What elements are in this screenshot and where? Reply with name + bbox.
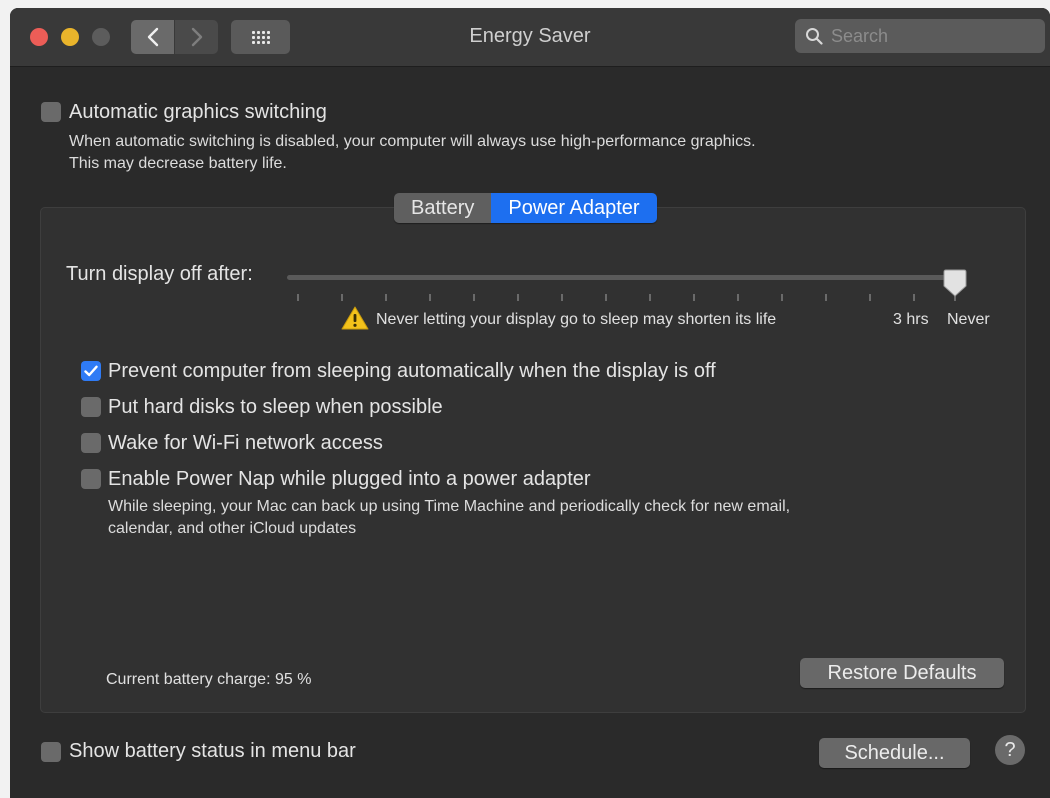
prevent-sleep-label: Prevent computer from sleeping automatic… [108, 360, 716, 382]
slider-tick [385, 294, 387, 301]
hard-disk-sleep-checkbox[interactable] [81, 397, 101, 417]
slider-tick [869, 294, 871, 301]
power-source-tabs: Battery Power Adapter [394, 193, 657, 223]
menu-bar-status-checkbox[interactable] [41, 742, 61, 762]
graphics-switching-desc-line2: This may decrease battery life. [69, 155, 287, 172]
display-sleep-warning: Never letting your display go to sleep m… [376, 311, 777, 328]
slider-tick [913, 294, 915, 301]
warning-icon [341, 306, 369, 330]
title-bar: Energy Saver [10, 8, 1050, 67]
slider-tick [649, 294, 651, 301]
power-nap-checkbox[interactable] [81, 469, 101, 489]
tick-label-never: Never [947, 311, 990, 328]
slider-tick [737, 294, 739, 301]
power-nap-desc-line2: calendar, and other iCloud updates [108, 520, 357, 537]
tick-label-3hrs: 3 hrs [893, 311, 929, 328]
graphics-switching-desc-line1: When automatic switching is disabled, yo… [69, 133, 756, 150]
display-off-slider-knob[interactable] [943, 269, 967, 297]
schedule-button[interactable]: Schedule... [819, 738, 970, 768]
tab-power-adapter[interactable]: Power Adapter [491, 193, 657, 223]
battery-charge-status: Current battery charge: 95 % [106, 671, 312, 688]
slider-tick [341, 294, 343, 301]
prevent-sleep-checkbox[interactable] [81, 361, 101, 381]
tab-battery[interactable]: Battery [394, 193, 492, 223]
slider-tick [297, 294, 299, 301]
search-icon [806, 28, 823, 45]
slider-tick [825, 294, 827, 301]
slider-tick [517, 294, 519, 301]
slider-tick [561, 294, 563, 301]
restore-defaults-button[interactable]: Restore Defaults [800, 658, 1004, 688]
display-off-label: Turn display off after: [66, 263, 253, 285]
slider-tick [605, 294, 607, 301]
graphics-switching-checkbox[interactable] [41, 102, 61, 122]
wake-wifi-label: Wake for Wi-Fi network access [108, 432, 383, 454]
slider-tick [473, 294, 475, 301]
checkmark-icon [84, 365, 98, 377]
energy-saver-window: Energy Saver Automatic graphics switchin… [10, 8, 1050, 798]
power-nap-desc-line1: While sleeping, your Mac can back up usi… [108, 498, 791, 515]
display-off-slider-track[interactable] [287, 275, 955, 280]
slider-tick [781, 294, 783, 301]
power-nap-label: Enable Power Nap while plugged into a po… [108, 468, 591, 490]
wake-wifi-checkbox[interactable] [81, 433, 101, 453]
menu-bar-status-label: Show battery status in menu bar [69, 740, 356, 762]
hard-disk-sleep-label: Put hard disks to sleep when possible [108, 396, 443, 418]
graphics-switching-label: Automatic graphics switching [69, 101, 327, 123]
search-input[interactable] [829, 24, 1033, 48]
slider-tick [693, 294, 695, 301]
slider-tick [429, 294, 431, 301]
search-field[interactable] [795, 19, 1045, 53]
help-button[interactable]: ? [995, 735, 1025, 765]
